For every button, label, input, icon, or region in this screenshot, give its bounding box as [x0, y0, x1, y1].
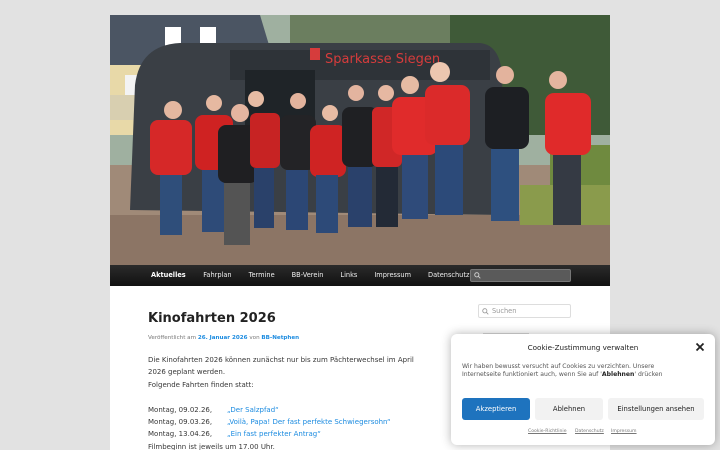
cookie-text-part: ' drücken [634, 370, 663, 378]
nav-search-input[interactable] [470, 269, 571, 282]
film-link[interactable]: „Der Salzpfad“ [227, 406, 279, 414]
intro-line: Folgende Fahrten finden statt: [148, 380, 254, 389]
close-icon[interactable] [695, 342, 705, 352]
schedule-date: Montag, 09.02.26, [148, 405, 213, 414]
cookie-policy-link[interactable]: Cookie-Richtlinie [528, 429, 567, 434]
meta-mid: von [247, 335, 262, 341]
intro-line: Die Kinofahrten 2026 können zunächst nur… [148, 356, 414, 364]
article-meta: Veröffentlicht am 26. Januar 2026 von BB… [148, 335, 438, 341]
cookie-consent-dialog: Cookie-Zustimmung verwalten Wir haben be… [451, 334, 715, 445]
schedule-row: Montag, 09.02.26, „Der Salzpfad“ [148, 404, 438, 416]
meta-author-link[interactable]: BB-Netphen [261, 335, 299, 341]
cookie-text-bold: Ablehnen [601, 370, 635, 378]
article: Kinofahrten 2026 Veröffentlicht am 26. J… [148, 311, 438, 450]
accept-button[interactable]: Akzeptieren [462, 398, 530, 420]
meta-prefix: Veröffentlicht am [148, 335, 198, 341]
nav-item-bb-verein[interactable]: BB-Verein [283, 265, 332, 286]
cookie-dialog-text: Wir haben bewusst versucht auf Cookies z… [462, 363, 702, 378]
intro-line: 2026 geplant werden. [148, 368, 226, 377]
main-navigation: Aktuelles Fahrplan Termine BB-Verein Lin… [110, 265, 610, 286]
nav-item-links[interactable]: Links [332, 265, 366, 286]
cookie-dialog-title: Cookie-Zustimmung verwalten [527, 343, 639, 352]
sidebar-search-input[interactable]: Suchen [478, 304, 571, 318]
schedule-row: Montag, 13.04.26, „Ein fast perfekter Ant… [148, 428, 438, 440]
cookie-text-line: Internetseite funktioniert auch, wenn Si… [462, 371, 702, 379]
intro-paragraph: Die Kinofahrten 2026 können zunächst nur… [148, 354, 438, 450]
settings-button[interactable]: Einstellungen ansehen [608, 398, 704, 420]
nav-item-impressum[interactable]: Impressum [366, 265, 420, 286]
nav-item-fahrplan[interactable]: Fahrplan [195, 265, 240, 286]
article-title[interactable]: Kinofahrten 2026 [148, 311, 438, 326]
search-icon [474, 272, 481, 279]
svg-text:Sparkasse Siegen: Sparkasse Siegen [325, 52, 440, 67]
cookie-text-part: Internetseite funktioniert auch, wenn Si… [462, 370, 602, 378]
deny-button[interactable]: Ablehnen [535, 398, 603, 420]
imprint-link[interactable]: Impressum [611, 429, 637, 434]
schedule-date: Montag, 13.04.26, [148, 430, 213, 439]
group-photo-image: Sparkasse Siegen [110, 15, 610, 265]
film-link[interactable]: „Voilà, Papa! Der fast perfekte Schwiege… [227, 418, 391, 426]
schedule-date: Montag, 09.03.26, [148, 418, 213, 427]
privacy-link[interactable]: Datenschutz [575, 429, 604, 434]
search-placeholder: Suchen [492, 307, 517, 315]
header-photo: Sparkasse Siegen [110, 15, 610, 265]
search-icon [482, 308, 489, 315]
film-link[interactable]: „Ein fast perfekter Antrag“ [227, 430, 321, 438]
footer-line: Filmbeginn ist jeweils um 17.00 Uhr. [148, 442, 275, 450]
nav-item-termine[interactable]: Termine [240, 265, 283, 286]
meta-date-link[interactable]: 26. Januar 2026 [198, 335, 248, 341]
schedule-row: Montag, 09.03.26, „Voilà, Papa! Der fast … [148, 416, 438, 428]
cookie-text-line: Wir haben bewusst versucht auf Cookies z… [462, 363, 655, 370]
nav-item-aktuelles[interactable]: Aktuelles [110, 265, 195, 286]
